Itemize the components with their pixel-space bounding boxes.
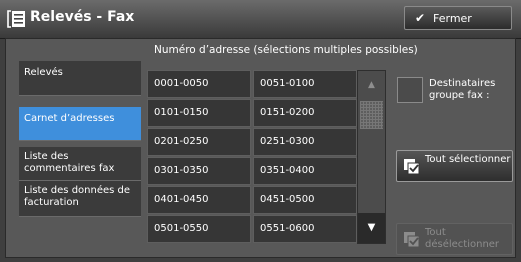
address-range-cell[interactable]: 0351-0400 <box>253 157 357 185</box>
sidebar-item-label: Liste des données de facturation <box>24 185 131 208</box>
address-range-cell[interactable]: 0251-0300 <box>253 128 357 156</box>
fax-list-icon <box>7 10 25 28</box>
arrow-down-icon[interactable]: ▼ <box>358 213 385 243</box>
group-recipients-checkbox[interactable] <box>397 77 423 103</box>
sidebar: Relevés Carnet d’adresses Liste des comm… <box>19 61 141 244</box>
scrollbar[interactable]: ▲ ▼ <box>357 70 386 244</box>
sidebar-item-label: Carnet d’adresses <box>24 113 115 124</box>
address-range-cell[interactable]: 0001-0050 <box>147 70 251 98</box>
deselect-all-icon <box>404 232 420 248</box>
address-range-cell[interactable]: 0301-0350 <box>147 157 251 185</box>
address-range-cell[interactable]: 0201-0250 <box>147 128 251 156</box>
scrollbar-thumb[interactable] <box>360 101 383 129</box>
address-number-heading: Numéro d’adresse (sélections multiples p… <box>154 44 418 56</box>
sidebar-item-address-book[interactable]: Carnet d’adresses <box>19 107 141 141</box>
close-button[interactable]: ✔ Fermer <box>404 6 512 30</box>
address-range-cell[interactable]: 0051-0100 <box>253 70 357 98</box>
window-title: Relevés - Fax <box>30 9 135 25</box>
sidebar-item-billing-data[interactable]: Liste des données de facturation <box>19 181 141 217</box>
deselect-all-button[interactable]: Tout désélectionner <box>396 223 513 255</box>
address-range-cell[interactable]: 0101-0150 <box>147 99 251 127</box>
address-range-cell[interactable]: 0551-0600 <box>253 215 357 243</box>
select-all-icon <box>404 159 420 175</box>
address-range-cell[interactable]: 0401-0450 <box>147 186 251 214</box>
select-all-button[interactable]: Tout sélectionner <box>396 150 513 182</box>
sidebar-item-fax-comments[interactable]: Liste des commentaires fax <box>19 147 141 181</box>
checkmark-icon: ✔ <box>415 11 426 25</box>
arrow-up-icon[interactable]: ▲ <box>358 71 385 99</box>
select-all-label: Tout sélectionner <box>425 154 511 165</box>
deselect-all-label: Tout désélectionner <box>425 227 500 250</box>
sidebar-item-label: Liste des commentaires fax <box>24 151 115 174</box>
group-recipients-label: Destinataires groupe fax : <box>429 78 496 101</box>
title-bar: Relevés - Fax ✔ Fermer <box>0 0 521 39</box>
sidebar-item-label: Relevés <box>24 67 63 78</box>
close-button-label: Fermer <box>433 12 472 25</box>
address-range-cell[interactable]: 0451-0500 <box>253 186 357 214</box>
address-range-cell[interactable]: 0151-0200 <box>253 99 357 127</box>
sidebar-item-releves[interactable]: Relevés <box>19 61 141 96</box>
address-range-cell[interactable]: 0501-0550 <box>147 215 251 243</box>
